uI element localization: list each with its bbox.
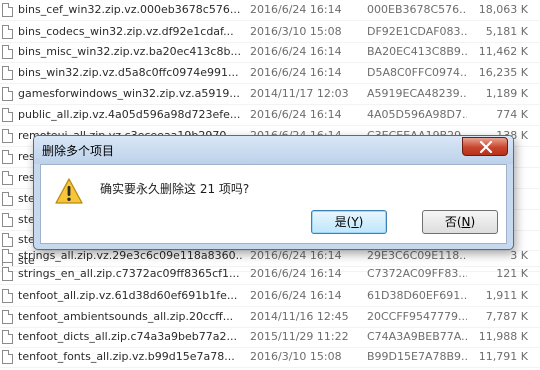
file-date: 2014/11/16 12:45 [250,310,349,323]
file-date: 2014/11/17 12:03 [250,87,349,100]
dialog-titlebar[interactable]: 删除多个项目 [34,136,513,164]
file-size: 1,911 K [485,289,528,302]
file-icon [2,129,13,143]
file-date: 2016/6/24 16:14 [250,108,342,121]
file-icon [2,267,13,281]
file-icon [2,330,13,344]
file-size: 774 K [496,108,528,121]
file-date: 2015/11/29 11:22 [250,330,349,343]
file-icon [2,25,13,39]
file-icon [2,87,13,101]
file-date: 2016/6/24 16:14 [250,45,342,58]
file-row[interactable]: gamesforwindows_win32.zip.vz.a5919... 20… [0,83,540,105]
file-icon [2,108,13,122]
file-hash: DF92E1CDAF083... [367,25,467,38]
file-icon [2,310,13,324]
file-icon [2,249,13,263]
dialog-message: 确实要永久删除这 21 项吗? [100,182,250,196]
file-row[interactable]: strings_en_all.zip.c7372ac09ff8365cf1...… [0,263,540,285]
file-name: tenfoot_all.zip.vz.61d38d60ef691b1fe... [18,289,238,302]
file-date: 2016/3/10 15:08 [250,350,342,363]
file-hash: 000EB3678C576... [367,3,467,16]
file-row[interactable]: tenfoot_all.zip.vz.61d38d60ef691b1fe... … [0,285,540,307]
file-hash: 4A05D596A98D7... [367,108,467,121]
file-name: gamesforwindows_win32.zip.vz.a5919... [18,87,240,100]
file-hash: 61D38D60EF691... [367,289,467,302]
file-icon [2,192,13,206]
file-hash: C74A3A9BEB77A... [367,330,467,343]
file-size: 11,988 K [478,330,528,343]
file-name: tenfoot_ambientsounds_all.zip.20ccff... [18,310,234,323]
warning-icon [55,178,83,204]
delete-confirm-dialog: 删除多个项目 确实要永久删除这 21 项吗? 是(Y) 否(N) [33,135,514,250]
file-name: tenfoot_fonts_all.zip.vz.b99d15e7a78... [18,350,235,363]
file-hash: C7372AC09FF83... [367,267,467,280]
file-size: 7,787 K [485,310,528,323]
file-name: bins_codecs_win32.zip.vz.df92e1cdaf... [18,25,234,38]
close-icon [479,141,493,153]
file-icon [2,350,13,364]
file-icon [2,3,13,17]
file-size: 1,189 K [485,87,528,100]
file-date: 2016/6/24 16:14 [250,289,342,302]
file-row[interactable]: bins_misc_win32.zip.vz.ba20ec413c8b... 2… [0,41,540,63]
file-hash: 20CCFF9547779... [367,310,467,323]
file-name: bins_misc_win32.zip.vz.ba20ec413c8b... [18,45,241,58]
file-icon [2,45,13,59]
file-row[interactable]: public_all.zip.vz.4a05d596a98d723efe... … [0,104,540,126]
close-button[interactable] [462,137,508,156]
file-row[interactable]: tenfoot_fonts_all.zip.vz.b99d15e7a78... … [0,346,540,368]
file-name: bins_win32.zip.vz.d5a8c0ffc0974e991... [18,66,239,79]
file-name: strings_en_all.zip.c7372ac09ff8365cf1... [18,267,240,280]
file-name: public_all.zip.vz.4a05d596a98d723efe... [18,108,241,121]
file-row[interactable]: bins_win32.zip.vz.d5a8c0ffc0974e991... 2… [0,62,540,84]
file-icon [2,213,13,227]
file-hash: D5A8C0FFC0974... [367,66,467,79]
file-row[interactable]: bins_codecs_win32.zip.vz.df92e1cdaf... 2… [0,21,540,43]
file-icon [2,289,13,303]
file-size: 18,063 K [478,3,528,16]
no-button[interactable]: 否(N) [422,210,498,234]
dialog-title: 删除多个项目 [42,144,115,158]
file-hash: A5919ECA48239... [367,87,467,100]
yes-button[interactable]: 是(Y) [311,210,387,234]
file-size: 5,181 K [485,25,528,38]
file-icon [2,150,13,164]
file-name: tenfoot_dicts_all.zip.c74a3a9beb77a2... [18,330,237,343]
file-date: 2016/3/10 15:08 [250,25,342,38]
no-button-label-end: ) [470,215,476,229]
file-size: 121 K [496,267,528,280]
file-icon [2,66,13,80]
file-row[interactable]: tenfoot_dicts_all.zip.c74a3a9beb77a2... … [0,326,540,348]
file-date: 2016/6/24 16:14 [250,267,342,280]
file-size: 11,462 K [478,45,528,58]
file-icon [2,171,13,185]
dialog-content: 确实要永久删除这 21 项吗? 是(Y) 否(N) [40,164,507,244]
no-button-label: 否( [444,215,462,229]
file-size: 16,235 K [478,66,528,79]
file-hash: B99D15E7A78B9... [367,350,467,363]
yes-button-accesskey: Y [351,215,359,229]
file-row[interactable]: tenfoot_ambientsounds_all.zip.20ccff... … [0,306,540,328]
yes-button-label-end: ) [358,215,364,229]
file-date: 2016/6/24 16:14 [250,66,342,79]
file-row[interactable]: bins_cef_win32.zip.vz.000eb3678c576... 2… [0,0,540,21]
file-date: 2016/6/24 16:14 [250,3,342,16]
file-name: bins_cef_win32.zip.vz.000eb3678c576... [18,3,241,16]
yes-button-label: 是( [334,215,352,229]
file-hash: BA20EC413C8B9... [367,45,467,58]
file-size: 11,791 K [478,350,528,363]
